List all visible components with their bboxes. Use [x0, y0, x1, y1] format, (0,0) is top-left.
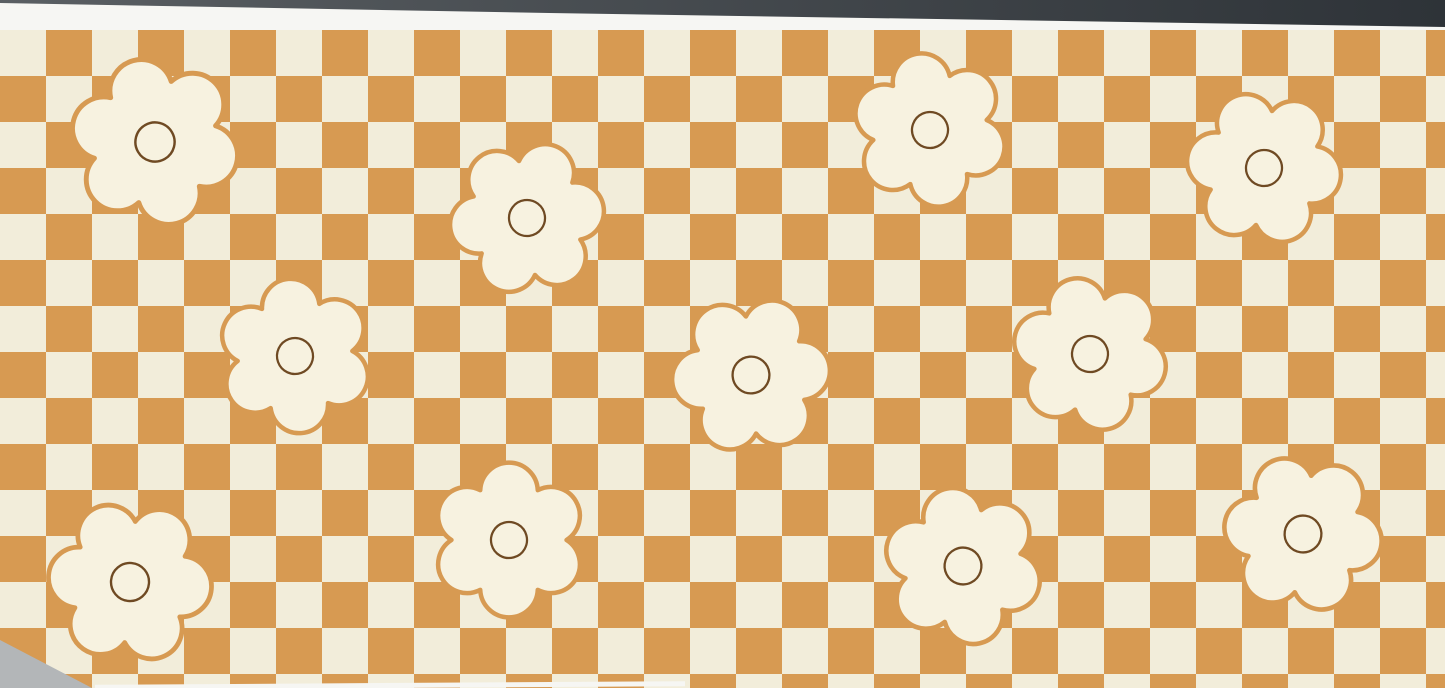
daisy-flower	[666, 296, 836, 454]
daisy-petals	[1178, 87, 1351, 249]
daisy-petals	[195, 259, 395, 453]
flower-layer	[0, 0, 1445, 688]
daisy-flower	[1215, 451, 1392, 616]
photo-of-sticker-sheet	[0, 0, 1445, 688]
daisy-petals	[865, 473, 1060, 660]
daisy-flower	[865, 473, 1060, 660]
daisy-flower	[407, 440, 612, 640]
daisy-petals	[997, 266, 1183, 443]
daisy-flower	[441, 137, 614, 299]
daisy-petals	[1215, 451, 1392, 616]
daisy-petals	[833, 37, 1027, 223]
daisy-flower	[54, 46, 257, 239]
daisy-flower	[195, 259, 395, 453]
daisy-petals	[54, 46, 257, 239]
daisy-flower	[833, 37, 1027, 223]
daisy-petals	[407, 440, 612, 640]
daisy-flower	[42, 500, 218, 663]
daisy-petals	[666, 296, 836, 454]
daisy-flower	[1178, 87, 1351, 249]
daisy-flower	[997, 266, 1183, 443]
daisy-petals	[42, 500, 218, 663]
daisy-petals	[441, 137, 614, 299]
